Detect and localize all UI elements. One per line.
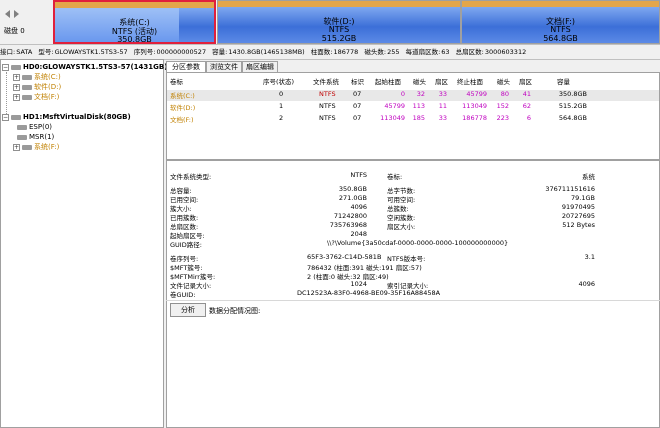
volume-label-label: 卷标: <box>387 173 403 181</box>
col-header[interactable]: 序号(状态) <box>263 76 294 86</box>
volume-label-value: 系统 <box>582 173 595 181</box>
expand-icon[interactable]: + <box>13 143 20 151</box>
partition-icon <box>22 74 32 80</box>
guid-path-value: \\?\Volume{3a50cdaf-0000-0000-0000-10000… <box>327 239 509 247</box>
expand-icon[interactable]: + <box>13 83 20 91</box>
prev-disk-arrow-icon[interactable] <box>5 10 10 18</box>
partition-icon <box>17 124 27 130</box>
disk-info-bar: 接口:SATA 型号:GLOWAYSTK1.5TS3-57 序列号:000000… <box>0 44 660 60</box>
table-row[interactable]: 软件(D:) 1 NTFS 07 45799 113 11 113049 152… <box>167 102 659 113</box>
partition-block-d[interactable]: 软件(D:) NTFS 515.2GB <box>217 0 461 44</box>
disk-map-bar: 磁盘 0 系统(C:) NTFS (活动) 350.8GB 软件(D:) NTF… <box>0 0 660 44</box>
serial-label: 序列号: <box>133 48 156 56</box>
partition-icon <box>22 144 32 150</box>
col-header[interactable]: 终止柱面 <box>457 76 483 86</box>
partition-fs: NTFS <box>328 25 350 34</box>
model-label: 型号: <box>38 48 54 56</box>
sectors-label: 总扇区数: <box>455 48 484 56</box>
fs-type-label: 文件系统类型: <box>170 173 212 181</box>
partition-details: 文件系统类型: NTFS 卷标: 系统 总容量: 350.8GB 已用空间: 2… <box>166 160 660 428</box>
capacity-value: 1430.8GB(1465138MB) <box>228 48 305 56</box>
tree-item-software-d[interactable]: + 软件(D:) <box>13 82 61 92</box>
col-header[interactable]: 磁头 <box>497 76 510 86</box>
table-row[interactable]: 系统(C:) 0 NTFS 07 0 32 33 45799 80 41 350… <box>167 90 659 101</box>
interface-label: 接口: <box>0 48 16 56</box>
expand-icon[interactable]: + <box>13 93 20 101</box>
partition-icon <box>22 94 32 100</box>
table-row[interactable]: 文档(F:) 2 NTFS 07 113049 185 33 186778 22… <box>167 114 659 125</box>
analyze-button[interactable]: 分析 <box>170 303 206 317</box>
tree-item-msr[interactable]: MSR(1) <box>17 132 54 142</box>
tree-item-docs-f[interactable]: + 文档(F:) <box>13 92 59 102</box>
partition-fs: NTFS <box>550 25 571 34</box>
tree-node-hd0[interactable]: − HD0:GLOWAYSTK1.5TS3-57(1431GB) <box>2 62 167 72</box>
next-disk-arrow-icon[interactable] <box>14 10 19 18</box>
sectors-value: 3000603312 <box>484 48 527 56</box>
tree-item-system-f[interactable]: + 系统(F:) <box>13 142 59 152</box>
collapse-icon[interactable]: − <box>2 113 9 121</box>
col-header[interactable]: 标识 <box>351 76 364 86</box>
partition-size: 515.2GB <box>321 34 357 43</box>
cylinders-value: 186778 <box>333 48 359 56</box>
partition-block-c[interactable]: 系统(C:) NTFS (活动) 350.8GB <box>53 0 216 44</box>
divider <box>166 300 660 301</box>
partition-size: 350.8GB <box>117 35 152 44</box>
col-header[interactable]: 容量 <box>557 76 570 86</box>
partition-table: 卷标 序号(状态) 文件系统 标识 起始柱面 磁头 扇区 终止柱面 磁头 扇区 … <box>166 72 660 160</box>
collapse-icon[interactable]: − <box>2 63 9 71</box>
col-header[interactable]: 扇区 <box>435 76 448 86</box>
tree-node-hd1[interactable]: − HD1:MsftVirtualDisk(80GB) <box>2 112 131 122</box>
partition-size: 564.8GB <box>543 34 578 43</box>
partition-block-f[interactable]: 文档(F:) NTFS 564.8GB <box>461 0 660 44</box>
cylinders-label: 柱面数: <box>310 48 333 56</box>
col-header[interactable]: 文件系统 <box>313 76 339 86</box>
col-header[interactable]: 扇区 <box>519 76 532 86</box>
col-header[interactable]: 起始柱面 <box>375 76 401 86</box>
disk-tree: − HD0:GLOWAYSTK1.5TS3-57(1431GB) + 系统(C:) … <box>0 59 167 428</box>
tree-item-system-c[interactable]: + 系统(C:) <box>13 72 61 82</box>
table-header-row: 卷标 序号(状态) 文件系统 标识 起始柱面 磁头 扇区 终止柱面 磁头 扇区 … <box>167 76 659 87</box>
disk-icon <box>11 114 21 120</box>
col-header[interactable]: 卷标 <box>170 76 183 86</box>
partition-icon <box>22 84 32 90</box>
partition-icon <box>17 134 27 140</box>
interface-value: SATA <box>16 48 33 56</box>
heads-label: 磁头数: <box>364 48 387 56</box>
heads-value: 255 <box>387 48 400 56</box>
fs-type-value: NTFS <box>350 171 367 179</box>
data-distribution-label: 数据分配情况图: <box>209 307 261 315</box>
col-header[interactable]: 磁头 <box>413 76 426 86</box>
spt-label: 每道扇区数: <box>405 48 441 56</box>
tree-item-esp[interactable]: ESP(0) <box>17 122 52 132</box>
disk-label: 磁盘 0 <box>4 27 25 35</box>
guid-path-label: GUID路径: <box>170 241 202 249</box>
capacity-label: 容量: <box>212 48 228 56</box>
model-value: GLOWAYSTK1.5TS3-57 <box>54 48 128 56</box>
disk-icon <box>11 64 21 70</box>
serial-value: 000000000527 <box>156 48 207 56</box>
expand-icon[interactable]: + <box>13 73 20 81</box>
spt-value: 63 <box>441 48 450 56</box>
